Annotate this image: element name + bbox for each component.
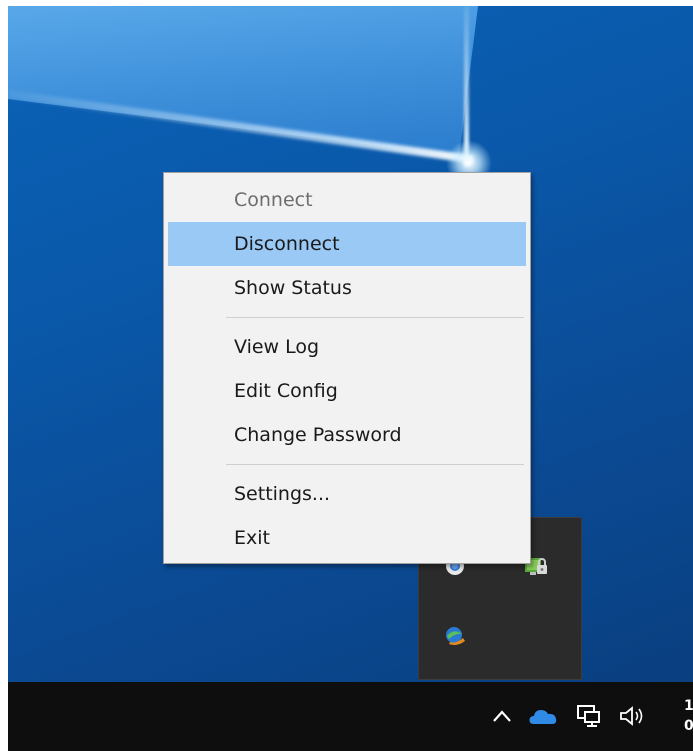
menu-item-label: Settings... (234, 483, 331, 505)
menu-item-show-status[interactable]: Show Status (168, 266, 526, 310)
menu-item-label: Change Password (234, 424, 402, 446)
chevron-up-icon[interactable] (492, 709, 512, 723)
menu-item-label: Exit (234, 527, 270, 549)
menu-item-label: View Log (234, 336, 320, 358)
openvpn-context-menu: Connect Disconnect Show Status View Log … (163, 172, 531, 564)
menu-separator (226, 464, 524, 465)
menu-item-view-log[interactable]: View Log (168, 325, 526, 369)
menu-item-connect[interactable]: Connect (168, 178, 526, 222)
speaker-icon[interactable] (618, 705, 648, 727)
taskbar-clock[interactable]: 1 0 (684, 696, 693, 736)
menu-item-label: Disconnect (234, 233, 340, 255)
taskbar: 1 0 (8, 682, 693, 751)
menu-item-edit-config[interactable]: Edit Config (168, 369, 526, 413)
menu-item-disconnect[interactable]: Disconnect (168, 222, 526, 266)
menu-item-label: Connect (234, 189, 313, 211)
menu-separator (226, 317, 524, 318)
menu-item-exit[interactable]: Exit (168, 516, 526, 560)
menu-item-label: Show Status (234, 277, 352, 299)
wallpaper-light-pane (8, 6, 478, 156)
onedrive-cloud-icon[interactable] (528, 706, 558, 726)
menu-item-label: Edit Config (234, 380, 338, 402)
menu-item-change-password[interactable]: Change Password (168, 413, 526, 457)
menu-item-settings[interactable]: Settings... (168, 472, 526, 516)
idm-globe-icon[interactable] (443, 624, 467, 648)
clock-date: 0 (684, 718, 693, 734)
network-icon[interactable] (575, 704, 603, 728)
clock-time: 1 (684, 698, 693, 714)
